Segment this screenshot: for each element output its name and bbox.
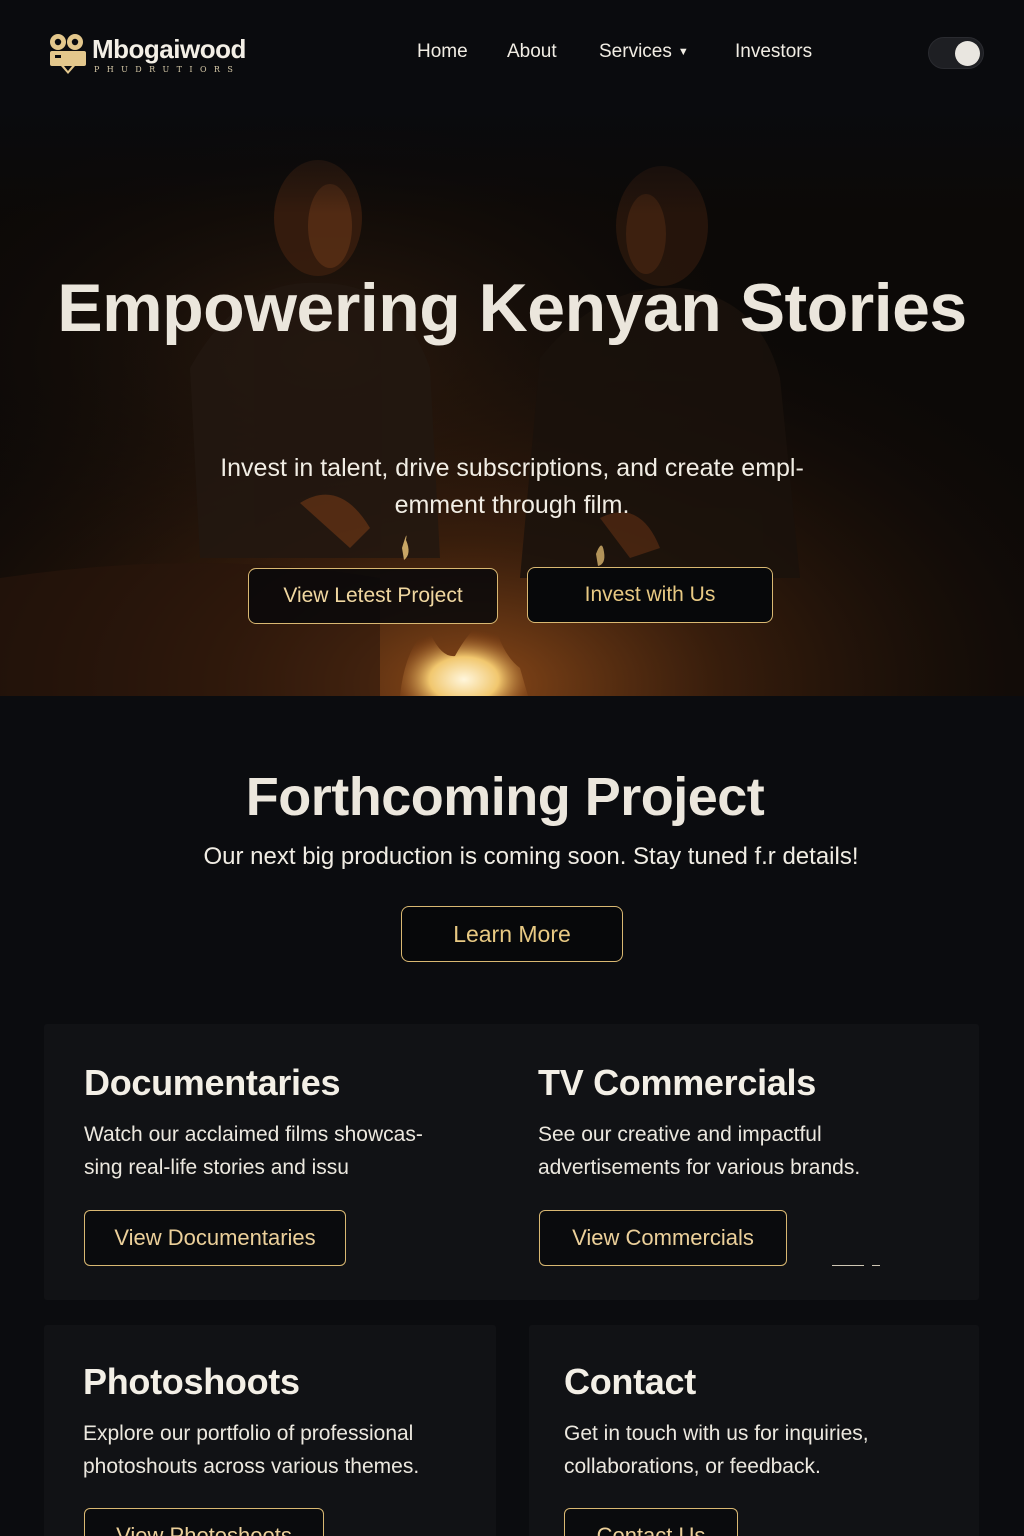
services-card: Documentaries Watch our acclaimed films … [44, 1024, 979, 1300]
photoshoots-text: Explore our portfolio of professional ph… [83, 1422, 420, 1478]
divider [832, 1265, 864, 1266]
forthcoming-subtitle: Our next big production is coming soon. … [203, 843, 859, 870]
contact-title: Contact [564, 1361, 696, 1402]
contact-us-button[interactable]: Contact Us [564, 1508, 738, 1536]
invest-with-us-button[interactable]: Invest with Us [527, 567, 773, 623]
documentaries-text: Watch our acclaimed films showcas-sing r… [84, 1123, 423, 1179]
nav-home[interactable]: Home [417, 41, 468, 63]
photoshoots-card: Photoshoots Explore our portfolio of pro… [44, 1325, 496, 1536]
photoshoots-title: Photoshoots [83, 1361, 300, 1402]
contact-card: Contact Get in touch with us for inquiri… [529, 1325, 979, 1536]
divider [872, 1265, 880, 1266]
tv-commercials-title: TV Commercials [538, 1062, 816, 1103]
toggle-knob [955, 41, 980, 66]
chevron-down-icon: ▼ [677, 46, 689, 58]
theme-toggle[interactable] [928, 37, 984, 69]
nav-services[interactable]: Services ▼ [599, 41, 689, 63]
view-documentaries-button[interactable]: View Documentaries [84, 1210, 346, 1266]
documentaries-title: Documentaries [84, 1062, 341, 1103]
nav-investors[interactable]: Investors [735, 41, 812, 63]
nav-about[interactable]: About [507, 41, 557, 63]
tv-commercials-text: See our creative and impactful advertise… [538, 1123, 861, 1179]
forthcoming-title: Forthcoming Project [245, 767, 765, 827]
view-latest-project-button[interactable]: View Letest Project [248, 568, 498, 624]
hero-section: Empowering Kenyan Stories Invest in tale… [0, 108, 1024, 696]
hero-background-image [0, 108, 1024, 696]
view-photoshoots-button[interactable]: View Photoshoots [84, 1508, 324, 1536]
top-navbar: Mbogaiwood PHUDRUTIORS Home About Servic… [0, 0, 1024, 108]
nav-services-label: Services [599, 41, 672, 62]
hero-title: Empowering Kenyan Stories [57, 270, 967, 346]
main-menu: Home About Services ▼ Investors [0, 41, 1024, 67]
learn-more-button[interactable]: Learn More [401, 906, 623, 962]
hero-subtitle: Invest in talent, drive subscriptions, a… [220, 454, 804, 519]
view-commercials-button[interactable]: View Commercials [539, 1210, 787, 1266]
contact-text: Get in touch with us for inquiries, coll… [564, 1422, 869, 1478]
